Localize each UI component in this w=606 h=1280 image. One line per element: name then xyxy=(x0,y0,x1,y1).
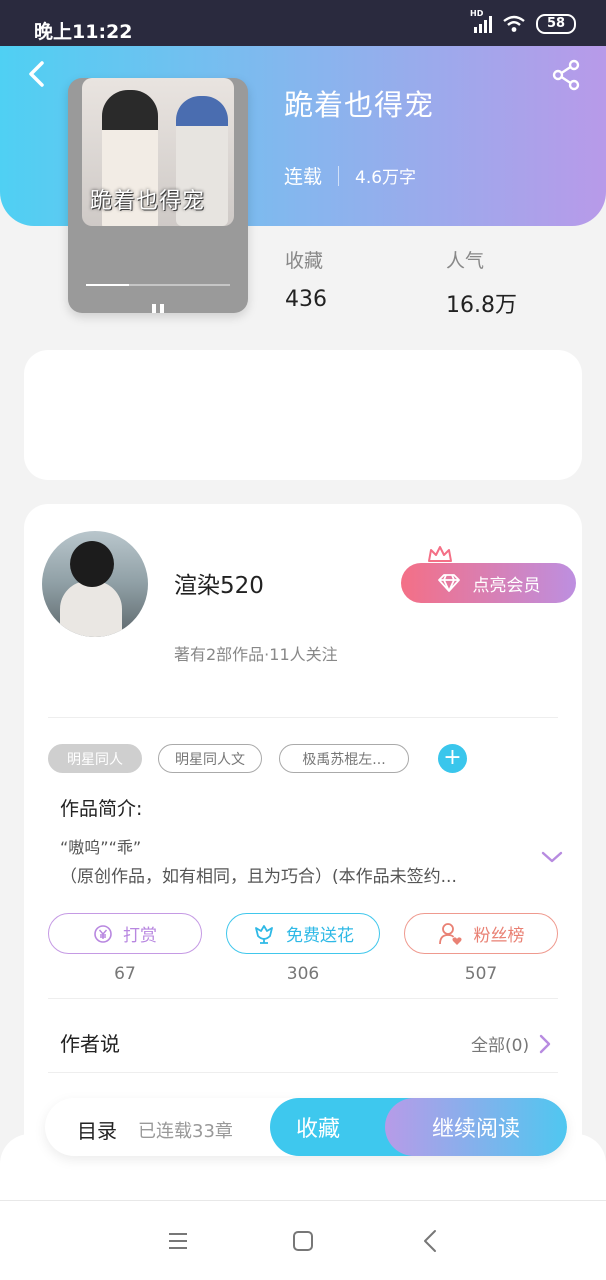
author-says-title: 作者说 xyxy=(60,1032,120,1056)
toc-button[interactable]: 目录 xyxy=(77,1115,117,1144)
author-name[interactable]: 渲染520 xyxy=(174,566,264,600)
flower-label: 免费送花 xyxy=(286,926,354,946)
author-says-all-link[interactable]: 全部(0) xyxy=(471,1031,551,1056)
stat-favorites: 收藏 436 xyxy=(285,246,327,312)
stat-label: 人气 xyxy=(446,250,485,272)
author-summary: 著有2部作品·11人关注 xyxy=(174,645,338,664)
chapter-count[interactable]: 已连载33章 xyxy=(138,1117,233,1143)
vip-button[interactable]: 点亮会员 xyxy=(401,563,576,603)
tag-chip[interactable]: 明星同人文 xyxy=(158,744,262,773)
stat-value: 436 xyxy=(285,287,327,312)
intro-title: 作品简介: xyxy=(60,798,143,820)
battery-icon: 58 xyxy=(536,14,576,34)
author-avatar[interactable] xyxy=(42,531,148,637)
word-count: 4.6万字 xyxy=(355,168,417,188)
flower-icon xyxy=(255,924,273,944)
cover-title: 跪着也得宠 xyxy=(90,189,206,214)
send-flower-button[interactable]: 免费送花 xyxy=(226,913,380,954)
user-heart-icon xyxy=(438,922,462,945)
author-says-all-label: 全部(0) xyxy=(471,1036,530,1056)
add-tag-button[interactable]: + xyxy=(438,744,467,773)
status-time: 晚上11:22 xyxy=(34,21,133,43)
home-icon[interactable] xyxy=(288,1227,318,1255)
book-meta: 连载 4.6万字 xyxy=(284,162,416,189)
status-icons: HD 58 xyxy=(470,9,576,34)
intro-text: （原创作品，如有相同，且为巧合）(本作品未签约... xyxy=(60,867,457,887)
system-nav-bar xyxy=(0,1200,606,1280)
tag-chip[interactable]: 明星同人 xyxy=(48,744,142,773)
bottom-action-bar: 目录 已连载33章 收藏 继续阅读 xyxy=(45,1098,567,1156)
flower-count: 306 xyxy=(286,964,320,984)
book-title: 跪着也得宠 xyxy=(284,88,435,122)
book-status: 连载 xyxy=(284,166,323,188)
chevron-right-icon xyxy=(539,1034,551,1053)
continue-reading-button[interactable]: 继续阅读 xyxy=(385,1098,567,1156)
tip-label: 打赏 xyxy=(123,926,157,946)
yuan-coin-icon xyxy=(94,924,112,943)
vip-label: 点亮会员 xyxy=(472,575,541,596)
divider xyxy=(48,717,558,718)
wifi-icon xyxy=(503,15,525,32)
share-icon[interactable] xyxy=(550,58,582,92)
back-icon[interactable] xyxy=(416,1227,446,1255)
stat-value: 16.8万 xyxy=(446,293,517,318)
divider xyxy=(48,1072,558,1073)
tag-chip[interactable]: 极禹苏棍左... xyxy=(279,744,409,773)
back-icon[interactable] xyxy=(22,58,50,90)
signal-icon: HD xyxy=(470,9,492,33)
pause-icon xyxy=(152,304,164,313)
tip-button[interactable]: 打赏 xyxy=(48,913,202,954)
stat-popularity: 人气 16.8万 xyxy=(446,246,517,319)
chevron-down-icon[interactable] xyxy=(540,848,564,866)
fans-label: 粉丝榜 xyxy=(473,926,525,946)
diamond-icon xyxy=(437,574,460,592)
network-type: HD xyxy=(470,9,484,18)
cover-progress-bar xyxy=(86,284,230,286)
menu-icon[interactable] xyxy=(163,1227,193,1255)
tip-count: 67 xyxy=(114,964,136,984)
book-cover[interactable]: 跪着也得宠 xyxy=(68,78,248,313)
fans-rank-button[interactable]: 粉丝榜 xyxy=(404,913,558,954)
banner-card xyxy=(24,350,582,480)
fans-count: 507 xyxy=(464,964,498,984)
status-bar: 晚上11:22 HD 58 xyxy=(0,0,606,46)
intro-text: “嗷呜”“乖” xyxy=(60,838,142,857)
meta-divider xyxy=(338,165,340,186)
crown-icon xyxy=(428,546,452,562)
stat-label: 收藏 xyxy=(285,250,324,272)
divider xyxy=(48,998,558,999)
